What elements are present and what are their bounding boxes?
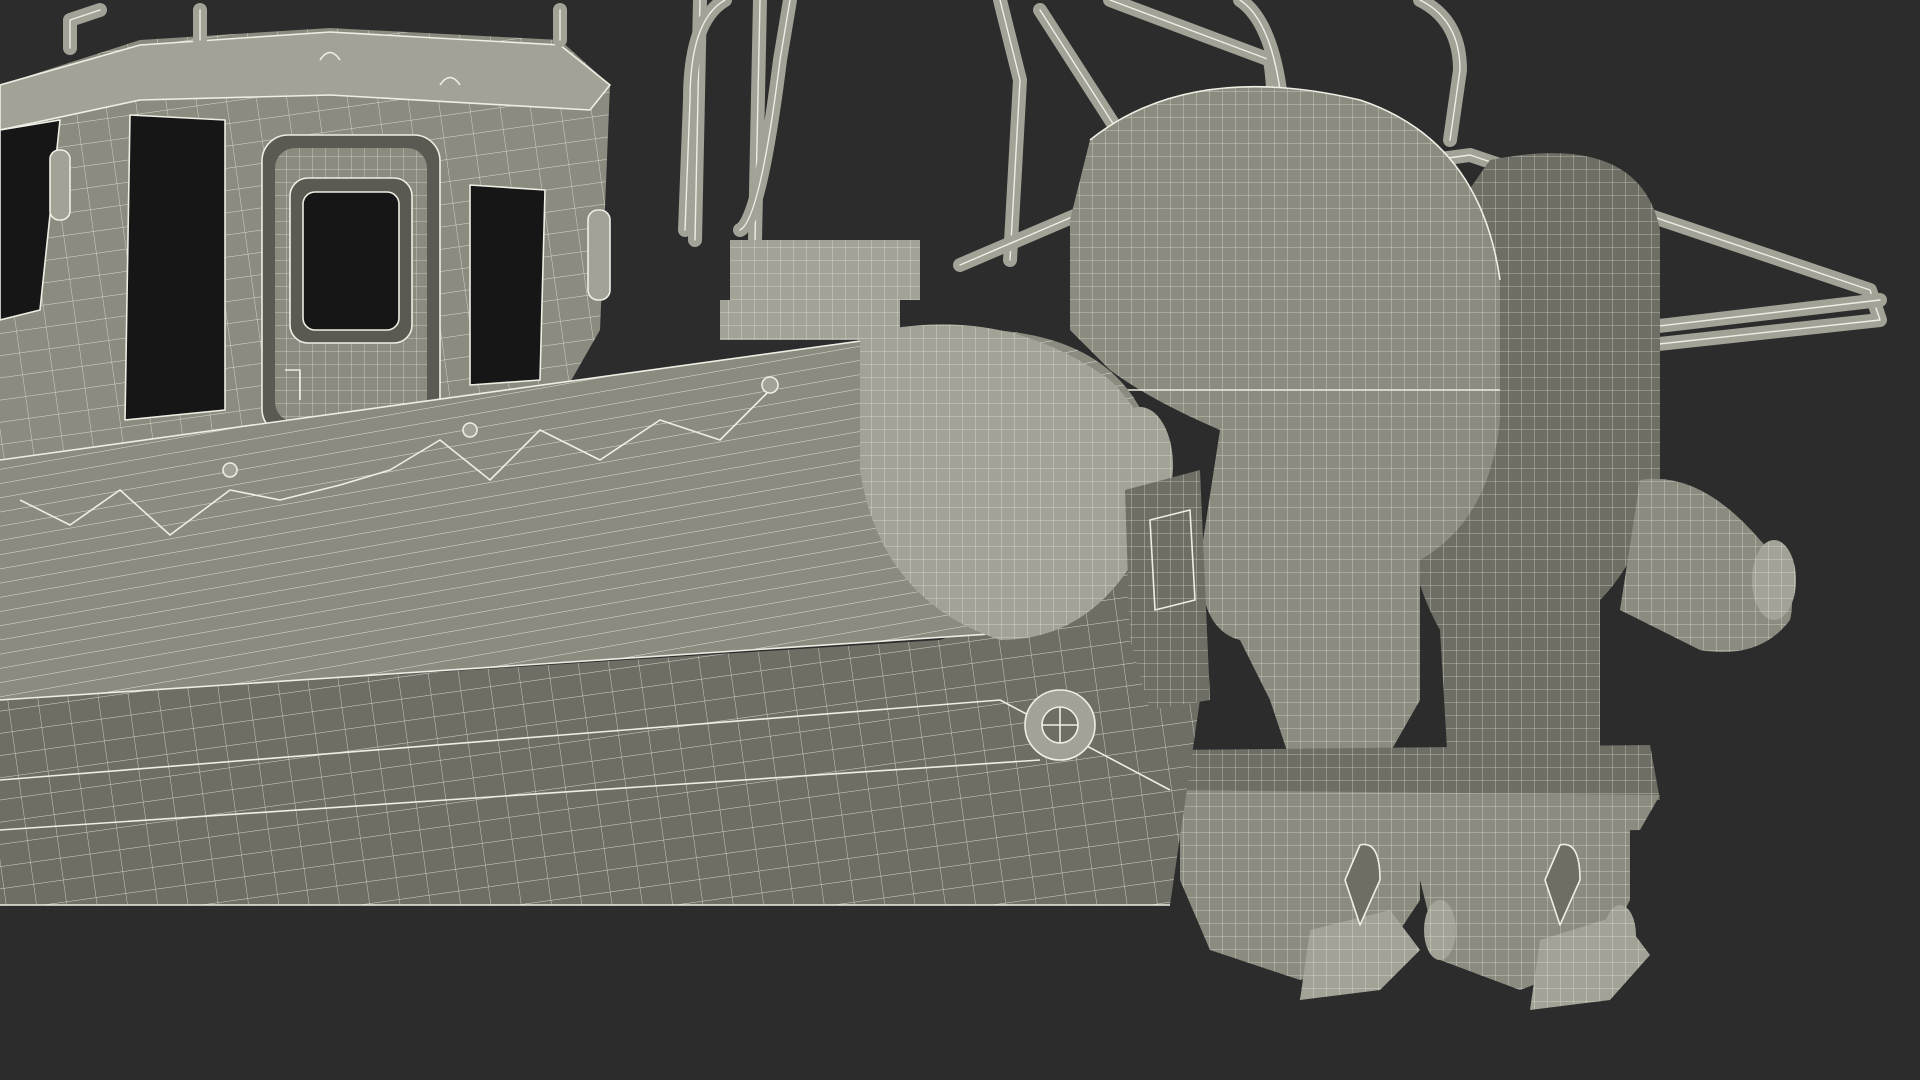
cabin-handle bbox=[587, 209, 611, 301]
render-viewport bbox=[0, 0, 1920, 1080]
wire-overlay bbox=[1424, 900, 1456, 960]
cabin-door bbox=[261, 134, 441, 436]
wire-overlay bbox=[1752, 540, 1796, 620]
door-window-glass bbox=[302, 191, 400, 331]
cabin-window bbox=[469, 184, 546, 386]
wire-overlay bbox=[1604, 905, 1636, 965]
cabin-handle bbox=[49, 149, 71, 221]
wire-overlay bbox=[730, 240, 920, 300]
drain-plug bbox=[1024, 689, 1096, 761]
cabin-window bbox=[124, 114, 226, 421]
